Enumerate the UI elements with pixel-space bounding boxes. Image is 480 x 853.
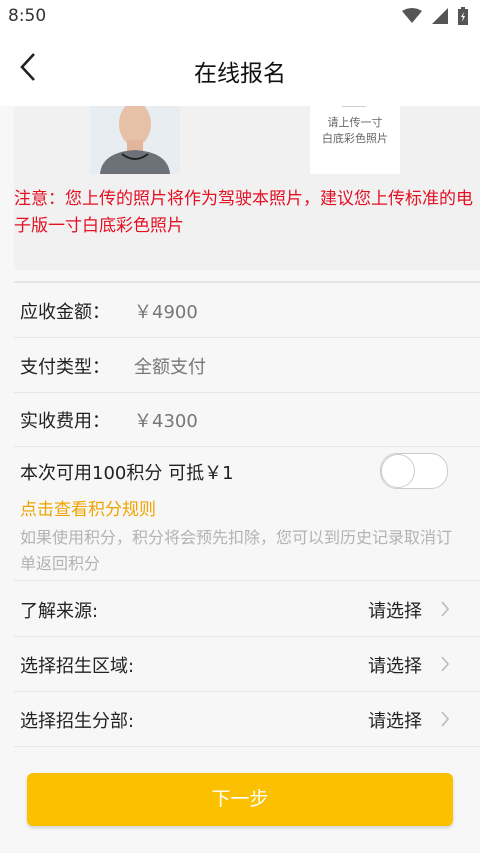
uploaded-photo[interactable]: [90, 106, 180, 174]
signal-icon: [432, 8, 448, 24]
status-time: 8:50: [8, 6, 47, 26]
upload-hint-line1: 请上传一寸: [327, 116, 383, 129]
receivable-label: 应收金额：: [20, 302, 110, 323]
source-label: 了解来源:: [20, 601, 99, 622]
points-rule-link[interactable]: 点击查看积分规则: [20, 495, 156, 520]
region-label: 选择招生区域:: [20, 656, 135, 677]
points-toggle[interactable]: [380, 453, 448, 489]
upload-hint-line2: 白底彩色照片: [322, 132, 388, 145]
page-title: 在线报名: [194, 61, 286, 87]
nav-bar: 在线报名: [0, 34, 480, 106]
branch-label: 选择招生分部:: [20, 711, 135, 732]
actual-fee-value: ￥4300: [134, 411, 198, 432]
battery-icon: [458, 7, 468, 25]
branch-select-value: 请选择: [368, 711, 422, 732]
points-note: 如果使用积分，积分将会预先扣除，您可以到历史记录取消订单返回积分: [20, 528, 453, 573]
next-step-button[interactable]: 下一步: [27, 773, 453, 826]
upload-divider: [342, 106, 366, 107]
payment-type-label: 支付类型：: [20, 357, 110, 378]
wifi-icon: [402, 8, 422, 23]
actual-fee-row: 实收费用： ￥4300: [14, 392, 480, 447]
payment-type-value: 全额支付: [134, 357, 206, 378]
region-select-value: 请选择: [368, 656, 422, 677]
chevron-right-icon: [441, 711, 450, 727]
chevron-right-icon: [441, 601, 450, 617]
source-select-row[interactable]: 了解来源: 请选择: [14, 582, 480, 637]
receivable-value: ￥4900: [134, 302, 198, 323]
actual-fee-label: 实收费用：: [20, 411, 110, 432]
upload-hint: 请上传一寸 白底彩色照片: [310, 115, 400, 147]
status-icons: [402, 7, 468, 25]
upload-photo-box[interactable]: 请上传一寸 白底彩色照片: [310, 106, 400, 174]
toggle-knob: [381, 454, 415, 488]
receivable-row: 应收金额： ￥4900: [14, 283, 480, 338]
photo-section: 请上传一寸 白底彩色照片 注意：您上传的照片将作为驾驶本照片，建议您上传标准的电…: [14, 106, 480, 270]
region-select-row[interactable]: 选择招生区域: 请选择: [14, 637, 480, 692]
status-bar: 8:50: [0, 0, 480, 34]
source-select-value: 请选择: [368, 601, 422, 622]
points-section: 本次可用100积分 可抵￥1 点击查看积分规则 如果使用积分，积分将会预先扣除，…: [14, 446, 480, 581]
points-label: 本次可用100积分 可抵￥1: [20, 463, 234, 484]
branch-select-row[interactable]: 选择招生分部: 请选择: [14, 692, 480, 747]
photo-notice: 注意：您上传的照片将作为驾驶本照片，建议您上传标准的电子版一寸白底彩色照片: [14, 189, 473, 236]
payment-type-row: 支付类型： 全额支付: [14, 338, 480, 393]
chevron-right-icon: [441, 656, 450, 672]
person-photo-icon: [90, 106, 180, 174]
